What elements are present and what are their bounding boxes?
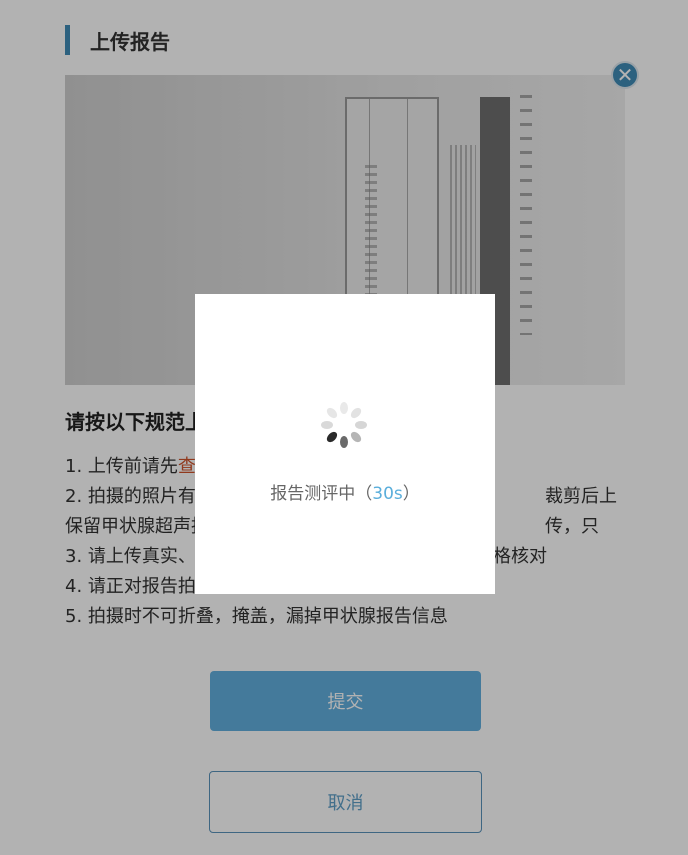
countdown-seconds: 30s [372,484,403,504]
loading-dialog: 报告测评中（30s） [195,294,495,594]
loading-text: 报告测评中（30s） [270,484,420,504]
loading-spinner-icon [321,402,368,448]
